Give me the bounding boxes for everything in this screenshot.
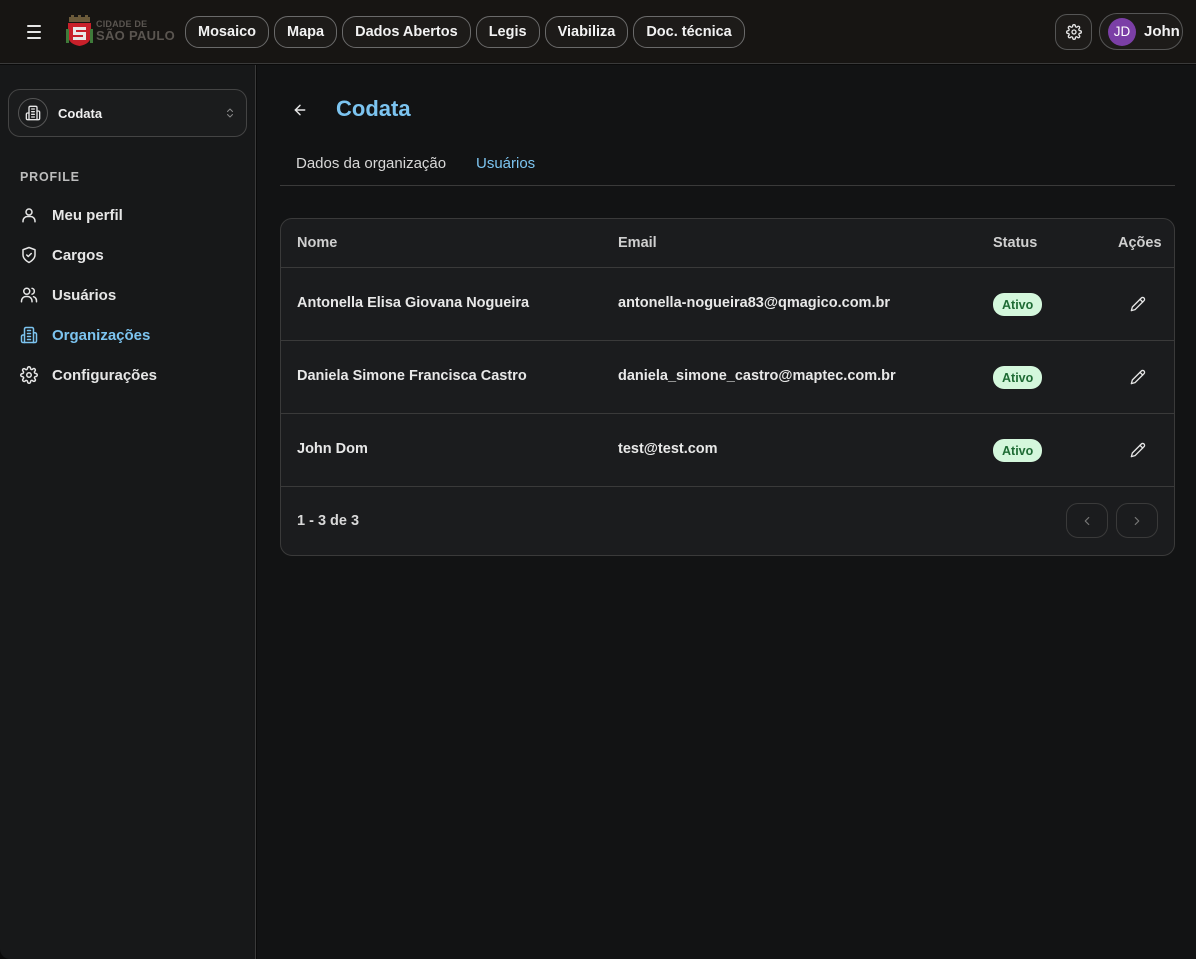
organization-select-value: Codata: [58, 105, 103, 121]
gear-icon: [1065, 24, 1082, 40]
tab-usuarios[interactable]: Usuários: [476, 155, 535, 172]
nav-mapa[interactable]: Mapa: [274, 16, 338, 48]
pencil-icon: [1130, 442, 1146, 458]
nav-doc-tecnica[interactable]: Doc. técnica: [633, 16, 745, 48]
chevron-left-icon: [1084, 516, 1090, 525]
sidebar-item-configuracoes[interactable]: Configurações: [0, 355, 255, 395]
top-bar: CIDADE DE SÃO PAULO Mosaico Mapa Dados A…: [0, 0, 1196, 64]
sidebar-item-usuarios[interactable]: Usuários: [0, 275, 255, 315]
chevron-right-icon: [1134, 516, 1140, 525]
cell-name: Antonella Elisa Giovana Nogueira: [297, 295, 530, 311]
logo[interactable]: CIDADE DE SÃO PAULO: [66, 14, 175, 48]
sidebar-item-organizacoes[interactable]: Organizações: [0, 315, 255, 355]
avatar: JD: [1108, 17, 1136, 46]
user-menu-button[interactable]: JD John: [1099, 13, 1183, 50]
gear-icon: [20, 366, 38, 384]
settings-button[interactable]: [1055, 14, 1092, 50]
column-header-status: Status: [993, 235, 1038, 251]
cell-name: Daniela Simone Francisca Castro: [297, 368, 527, 384]
pencil-icon: [1130, 296, 1146, 312]
nav-mosaico[interactable]: Mosaico: [185, 16, 270, 48]
sidebar-item-label: Configurações: [52, 366, 158, 384]
nav-dados-abertos[interactable]: Dados Abertos: [342, 16, 471, 48]
user-icon: [22, 208, 36, 223]
main-content: Codata Dados da organização Usuários Nom…: [257, 65, 1196, 959]
page-title: Codata: [336, 96, 411, 121]
next-page-button[interactable]: [1116, 503, 1158, 538]
cell-email: daniela_simone_castro@maptec.com.br: [618, 368, 896, 384]
status-badge: Ativo: [993, 366, 1043, 389]
nav-legis[interactable]: Legis: [475, 16, 540, 48]
cell-name: John Dom: [297, 441, 368, 457]
edit-button[interactable]: [1128, 367, 1148, 387]
organization-select[interactable]: Codata: [8, 89, 247, 137]
users-icon: [20, 287, 38, 303]
edit-button[interactable]: [1128, 294, 1148, 314]
top-nav: Mosaico Mapa Dados Abertos Legis Viabili…: [185, 16, 745, 48]
sidebar-item-meu-perfil[interactable]: Meu perfil: [0, 195, 255, 235]
previous-page-button[interactable]: [1066, 503, 1108, 538]
column-header-acoes: Ações: [1118, 235, 1162, 251]
table-header: Nome Email Status Ações: [281, 219, 1174, 268]
column-header-email: Email: [618, 235, 657, 251]
edit-button[interactable]: [1128, 440, 1148, 460]
cell-email: test@test.com: [618, 441, 718, 457]
tabs: Dados da organização Usuários: [280, 145, 1175, 186]
column-header-nome: Nome: [297, 235, 338, 251]
sidebar-item-cargos[interactable]: Cargos: [0, 235, 255, 275]
building-icon: [20, 326, 38, 344]
sidebar-item-label: Usuários: [52, 286, 117, 304]
users-table: Nome Email Status Ações Antonella Elisa …: [280, 218, 1175, 556]
table-row: Antonella Elisa Giovana Nogueira antonel…: [281, 268, 1174, 341]
menu-icon[interactable]: [22, 22, 46, 42]
arrow-left-icon: [294, 104, 306, 116]
user-name: John: [1144, 23, 1180, 40]
status-badge: Ativo: [993, 293, 1043, 316]
pagination-info: 1 - 3 de 3: [297, 513, 360, 529]
chevrons-up-down-icon: [227, 108, 233, 118]
shield-check-icon: [22, 246, 36, 264]
sidebar-item-label: Cargos: [52, 246, 104, 264]
table-row: Daniela Simone Francisca Castro daniela_…: [281, 341, 1174, 414]
sidebar-menu: Meu perfil Cargos Usuários Organizações: [0, 195, 255, 395]
sidebar-section-label: PROFILE: [20, 170, 80, 184]
back-button[interactable]: [288, 98, 312, 122]
sidebar-item-label: Organizações: [52, 326, 151, 344]
sidebar: Codata PROFILE Meu perfil Cargos Usuário…: [0, 65, 256, 959]
org-icon-wrapper: [18, 98, 48, 128]
building-icon: [25, 105, 41, 121]
nav-viabiliza[interactable]: Viabiliza: [544, 16, 629, 48]
pencil-icon: [1130, 369, 1146, 385]
tab-dados-da-organizacao[interactable]: Dados da organização: [296, 155, 446, 172]
status-badge: Ativo: [993, 439, 1043, 462]
cell-email: antonella-nogueira83@qmagico.com.br: [618, 295, 890, 311]
sidebar-item-label: Meu perfil: [52, 206, 123, 224]
sao-paulo-crest-icon: [66, 15, 93, 46]
table-row: John Dom test@test.com Ativo: [281, 414, 1174, 487]
logo-line2: SÃO PAULO: [96, 28, 176, 43]
